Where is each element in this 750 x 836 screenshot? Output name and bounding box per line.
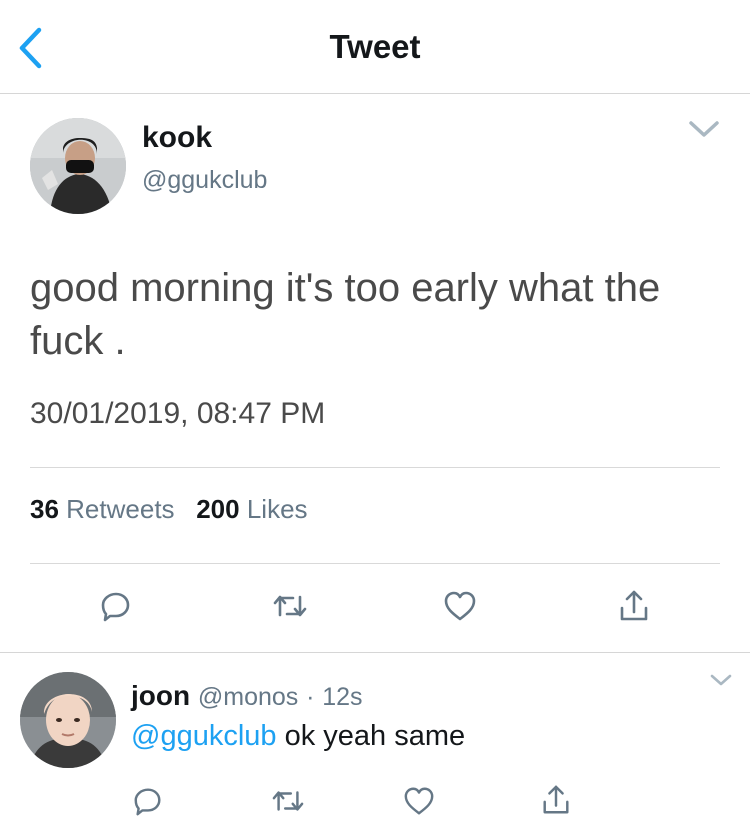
likes-label: Likes — [246, 494, 308, 524]
divider — [30, 467, 720, 468]
avatar-photo-icon — [30, 118, 126, 214]
display-name[interactable]: kook — [142, 121, 212, 155]
reply-body: ok yeah same — [284, 720, 466, 752]
reply-display-name[interactable]: joon — [131, 680, 190, 711]
divider — [30, 563, 720, 564]
like-icon — [404, 787, 434, 815]
tweet-timestamp: 30/01/2019, 08:47 PM — [30, 397, 326, 430]
reply-like-button[interactable] — [397, 779, 441, 823]
tweet-options-button[interactable] — [683, 114, 725, 144]
retweets-stat[interactable]: 36 Retweets — [30, 494, 175, 524]
reply-reply-button[interactable] — [126, 779, 170, 823]
like-button[interactable] — [438, 584, 482, 628]
retweets-count: 36 — [30, 494, 59, 524]
chevron-down-icon — [710, 674, 732, 686]
reply-options-button[interactable] — [706, 670, 736, 690]
retweet-icon — [273, 595, 307, 617]
tweet-text: good morning it's too early what the fuc… — [30, 266, 661, 363]
reply-text: @ggukclub ok yeah same — [131, 720, 465, 753]
reply-icon — [134, 788, 161, 816]
retweet-button[interactable] — [268, 584, 312, 628]
reply-separator: · — [306, 683, 315, 711]
retweets-label: Retweets — [66, 494, 175, 524]
reply-avatar[interactable] — [20, 672, 116, 768]
user-handle[interactable]: @ggukclub — [142, 166, 267, 195]
chevron-down-icon — [689, 121, 719, 137]
reply-header: joon @monos · 12s — [131, 680, 363, 712]
share-icon — [620, 590, 648, 621]
reply-retweet-button[interactable] — [266, 779, 310, 823]
reply-button[interactable] — [94, 584, 138, 628]
avatar[interactable] — [30, 118, 126, 214]
like-icon — [444, 591, 476, 621]
section-divider — [0, 652, 750, 653]
retweet-icon — [272, 791, 304, 811]
avatar-photo-icon — [20, 672, 116, 768]
share-button[interactable] — [612, 584, 656, 628]
reply-icon — [101, 592, 130, 622]
reply-time: 12s — [322, 683, 363, 711]
share-icon — [543, 785, 569, 814]
reply-handle[interactable]: @monos — [198, 683, 298, 711]
page-title: Tweet — [329, 28, 421, 65]
likes-stat[interactable]: 200 Likes — [196, 494, 307, 524]
reply-share-button[interactable] — [534, 778, 578, 822]
reply-mention-link[interactable]: @ggukclub — [131, 720, 277, 752]
likes-count: 200 — [196, 494, 240, 524]
tweet-stats: 36 Retweets 200 Likes — [30, 494, 308, 525]
